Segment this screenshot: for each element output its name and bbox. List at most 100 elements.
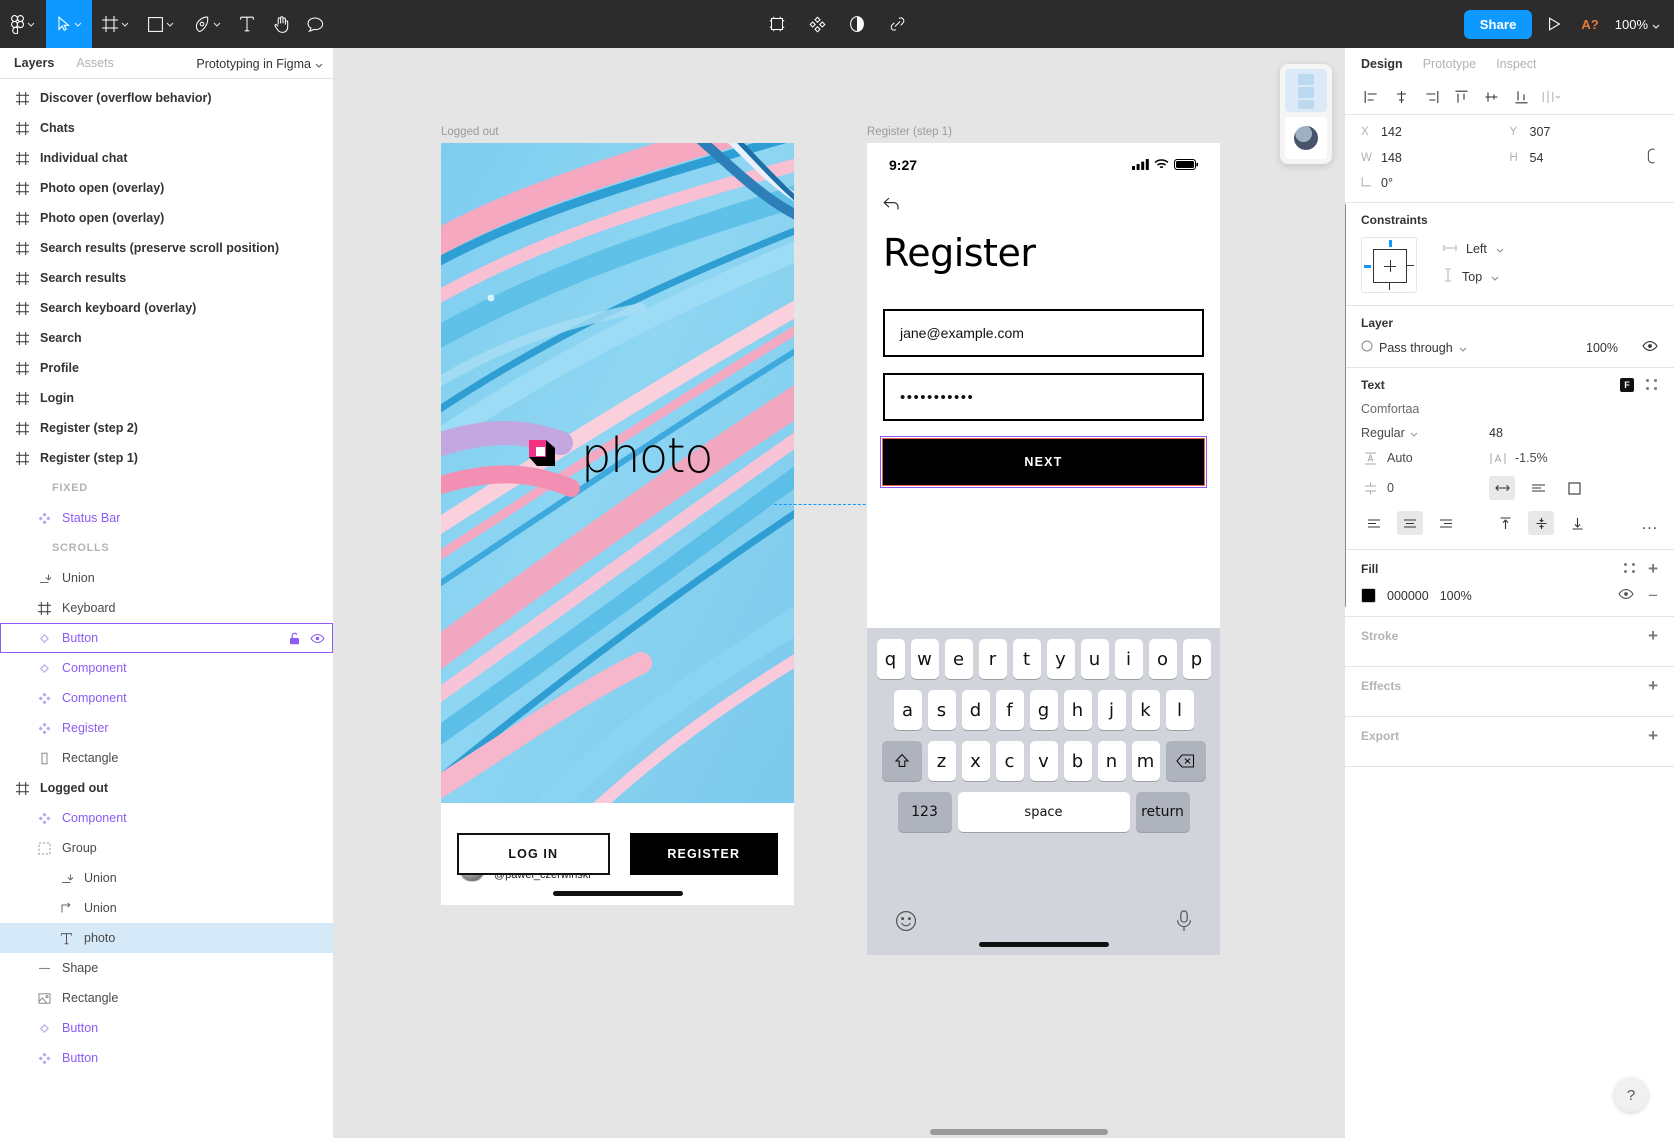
key-v[interactable]: v [1030,741,1058,781]
microphone-icon[interactable] [1176,910,1192,935]
key-h[interactable]: h [1064,690,1092,730]
layer-row[interactable]: Component [0,803,333,833]
distribute-icon[interactable] [1537,84,1565,110]
text-align-right-icon[interactable] [1433,511,1459,535]
layer-row[interactable]: Photo open (overlay) [0,203,333,233]
key-g[interactable]: g [1030,690,1058,730]
layer-row[interactable]: Rectangle [0,983,333,1013]
key-d[interactable]: d [962,690,990,730]
layer-row[interactable]: Shape [0,953,333,983]
layer-row[interactable]: Button [0,623,333,653]
key-i[interactable]: i [1115,639,1143,679]
auto-width-icon[interactable] [1489,476,1515,500]
tab-inspect[interactable]: Inspect [1496,57,1536,71]
layer-row[interactable]: Button [0,1013,333,1043]
link-icon[interactable] [880,0,914,48]
layer-row[interactable]: Logged out [0,773,333,803]
horizontal-constraint-select[interactable]: Left [1443,242,1504,256]
add-stroke-button[interactable]: + [1648,627,1658,644]
remove-fill-button[interactable]: − [1648,587,1658,604]
key-e[interactable]: e [945,639,973,679]
layer-row[interactable]: Individual chat [0,143,333,173]
fixed-size-icon[interactable] [1561,476,1587,500]
text-align-middle-icon[interactable] [1528,511,1554,535]
figma-menu-icon[interactable] [0,0,46,48]
layer-row[interactable]: Status Bar [0,503,333,533]
numbers-key[interactable]: 123 [898,792,952,832]
layer-row[interactable]: Photo open (overlay) [0,173,333,203]
key-l[interactable]: l [1166,690,1194,730]
emoji-icon[interactable] [895,910,917,935]
layer-opacity-value[interactable]: 100% [1586,341,1618,355]
key-a[interactable]: a [894,690,922,730]
multi-component-icon[interactable] [800,0,834,48]
shape-tool[interactable] [138,0,184,48]
help-button[interactable]: ? [1614,1078,1648,1112]
layer-row[interactable]: Discover (overflow behavior) [0,83,333,113]
letter-spacing-field[interactable]: -1.5% [1489,451,1548,465]
add-export-button[interactable]: + [1648,727,1658,744]
align-top-icon[interactable] [1447,84,1475,110]
w-value[interactable]: 148 [1381,151,1402,165]
key-j[interactable]: j [1098,690,1126,730]
layer-row[interactable]: Profile [0,353,333,383]
key-y[interactable]: y [1047,639,1075,679]
layer-row[interactable]: Union [0,563,333,593]
align-horizontal-center-icon[interactable] [1387,84,1415,110]
align-vertical-center-icon[interactable] [1477,84,1505,110]
text-tool[interactable] [230,0,264,48]
share-button[interactable]: Share [1464,10,1533,39]
key-t[interactable]: t [1013,639,1041,679]
tab-design[interactable]: Design [1361,57,1403,71]
y-position[interactable]: Y 307 [1510,125,1659,139]
layer-row[interactable]: FIXED [0,473,333,503]
hand-tool[interactable] [264,0,298,48]
pen-tool[interactable] [184,0,230,48]
layer-row[interactable]: Union [0,893,333,923]
font-family-select[interactable]: Comfortaa [1361,402,1658,416]
fill-color-swatch[interactable] [1361,588,1376,603]
fill-hex-value[interactable]: 000000 [1387,589,1429,603]
line-height-field[interactable]: Auto [1361,451,1479,465]
key-x[interactable]: x [962,741,990,781]
tab-assets[interactable]: Assets [76,56,114,70]
height-field[interactable]: H 54 [1510,148,1659,167]
align-left-icon[interactable] [1357,84,1385,110]
key-f[interactable]: f [996,690,1024,730]
page-selector[interactable]: Prototyping in Figma [196,48,323,79]
layer-row[interactable]: Login [0,383,333,413]
register-button[interactable]: REGISTER [630,833,779,875]
align-bottom-icon[interactable] [1507,84,1535,110]
thumbnail-frame-b[interactable] [1285,117,1327,160]
h-value[interactable]: 54 [1530,151,1544,165]
layer-row[interactable]: Register [0,713,333,743]
font-weight-select[interactable]: Regular [1361,426,1479,440]
layer-row[interactable]: Rectangle [0,743,333,773]
eye-icon[interactable] [1618,588,1634,603]
lock-icon[interactable] [289,632,300,645]
canvas[interactable]: Logged out Register (step 1) [334,48,1344,1138]
layer-row[interactable]: photo [0,923,333,953]
key-n[interactable]: n [1098,741,1126,781]
next-button[interactable]: NEXT [883,439,1204,485]
text-settings-icon[interactable] [1646,379,1658,391]
text-align-center-icon[interactable] [1397,511,1423,535]
eye-icon[interactable] [310,633,325,644]
frame-register-step-1[interactable]: 9:27 [867,143,1220,955]
text-align-bottom-icon[interactable] [1564,511,1590,535]
layer-row[interactable]: Search [0,323,333,353]
constrain-proportions-icon[interactable] [1647,148,1658,167]
key-r[interactable]: r [979,639,1007,679]
frame-label-logged-out[interactable]: Logged out [441,126,499,138]
layer-row[interactable]: Component [0,683,333,713]
flow-thumbnails-panel[interactable] [1280,64,1332,164]
thumbnail-frame-a[interactable] [1285,69,1327,112]
present-icon[interactable] [1544,17,1565,31]
mask-icon[interactable] [840,0,874,48]
layer-row[interactable]: Button [0,1043,333,1073]
layer-row[interactable]: Component [0,653,333,683]
design-panel-scrollbar[interactable] [1344,203,1346,608]
key-k[interactable]: k [1132,690,1160,730]
email-field[interactable]: jane@example.com [883,309,1204,357]
key-o[interactable]: o [1149,639,1177,679]
